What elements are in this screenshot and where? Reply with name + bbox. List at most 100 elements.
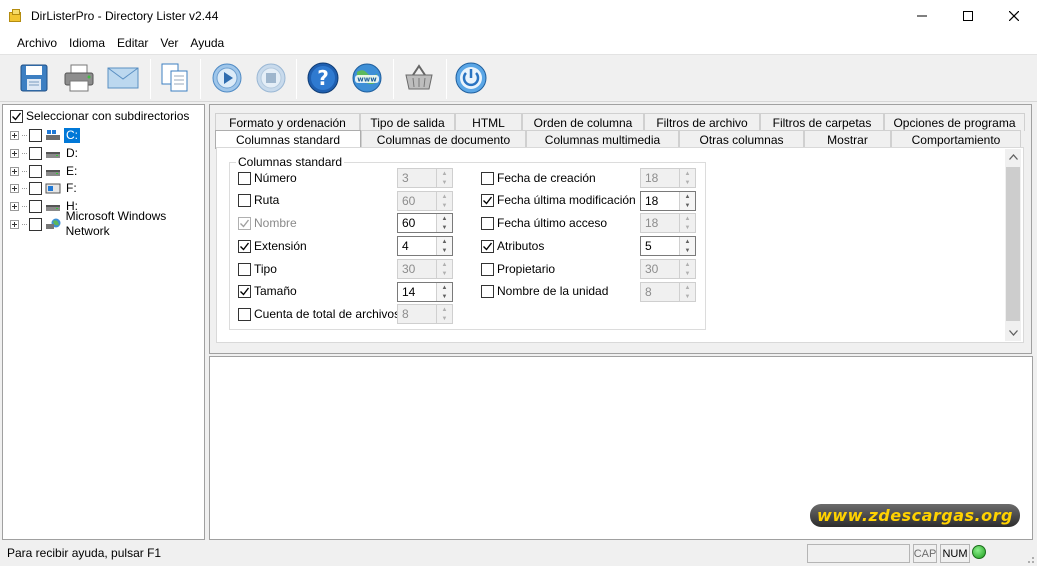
tab-formato[interactable]: Formato y ordenación	[215, 113, 360, 131]
spin-up-icon[interactable]: ▲	[437, 237, 452, 246]
field-cuenta-total[interactable]: Cuenta de total de archivos	[238, 304, 400, 324]
fecha-creacion-checkbox[interactable]	[481, 171, 494, 185]
expand-icon[interactable]	[10, 148, 19, 158]
tamano-spinbox[interactable]: 14 ▲ ▼	[397, 282, 453, 302]
scroll-up-icon[interactable]	[1005, 149, 1021, 165]
spin-down-icon[interactable]: ▼	[437, 201, 452, 210]
start-button[interactable]	[209, 60, 245, 96]
menu-ver[interactable]: Ver	[154, 36, 184, 50]
tree-checkbox[interactable]	[29, 146, 42, 160]
nombre-spinbox[interactable]: 60 ▲ ▼	[397, 213, 453, 233]
tipo-checkbox[interactable]	[238, 262, 251, 276]
tree-item-e[interactable]: E:	[10, 162, 79, 180]
spin-up-icon[interactable]: ▲	[680, 192, 695, 201]
fecha-modificacion-checkbox[interactable]	[481, 193, 494, 207]
ruta-spinbox[interactable]: 60 ▲ ▼	[397, 191, 453, 211]
spin-up-icon[interactable]: ▲	[437, 305, 452, 314]
expand-icon[interactable]	[10, 130, 19, 140]
fecha-modificacion-spinbox[interactable]: 18 ▲ ▼	[640, 191, 696, 211]
tab-opciones-programa[interactable]: Opciones de programa	[884, 113, 1025, 131]
propietario-checkbox[interactable]	[481, 262, 494, 276]
tamano-checkbox[interactable]	[238, 284, 251, 298]
fecha-acceso-checkbox[interactable]	[481, 216, 494, 230]
tab-otras-columnas[interactable]: Otras columnas	[679, 130, 804, 148]
ruta-checkbox[interactable]	[238, 193, 251, 207]
field-propietario[interactable]: Propietario	[481, 259, 555, 279]
nombre-unidad-checkbox[interactable]	[481, 284, 494, 298]
tree-checkbox[interactable]	[29, 199, 42, 213]
field-ruta[interactable]: Ruta	[238, 190, 279, 210]
close-button[interactable]	[991, 0, 1037, 32]
spin-down-icon[interactable]: ▼	[680, 292, 695, 301]
fecha-creacion-spinbox[interactable]: 18 ▲ ▼	[640, 168, 696, 188]
options-scrollbar[interactable]	[1005, 149, 1021, 341]
cuenta-total-checkbox[interactable]	[238, 307, 251, 321]
email-button[interactable]	[105, 60, 141, 96]
tab-comportamiento[interactable]: Comportamiento	[891, 130, 1021, 148]
spin-down-icon[interactable]: ▼	[680, 178, 695, 187]
tab-mostrar[interactable]: Mostrar	[804, 130, 891, 148]
nombre-unidad-spinbox[interactable]: 8 ▲ ▼	[640, 282, 696, 302]
tab-orden-columna[interactable]: Orden de columna	[522, 113, 644, 131]
spin-up-icon[interactable]: ▲	[680, 169, 695, 178]
spin-up-icon[interactable]: ▲	[437, 260, 452, 269]
spin-down-icon[interactable]: ▼	[437, 314, 452, 323]
tab-html[interactable]: HTML	[455, 113, 522, 131]
help-button[interactable]: ?	[305, 60, 341, 96]
field-fecha-acceso[interactable]: Fecha último acceso	[481, 213, 607, 233]
tab-columnas-documento[interactable]: Columnas de documento	[361, 130, 526, 148]
exit-button[interactable]	[453, 60, 489, 96]
spin-down-icon[interactable]: ▼	[680, 246, 695, 255]
spin-down-icon[interactable]: ▼	[437, 178, 452, 187]
atributos-spinbox[interactable]: 5 ▲ ▼	[640, 236, 696, 256]
field-atributos[interactable]: Atributos	[481, 236, 544, 256]
save-button[interactable]	[16, 60, 52, 96]
fecha-acceso-spinbox[interactable]: 18 ▲ ▼	[640, 213, 696, 233]
minimize-button[interactable]	[899, 0, 945, 32]
website-button[interactable]: www	[349, 60, 385, 96]
numero-checkbox[interactable]	[238, 171, 251, 185]
resize-grip-icon[interactable]	[1025, 554, 1035, 564]
numero-spinbox[interactable]: 3 ▲ ▼	[397, 168, 453, 188]
spin-down-icon[interactable]: ▼	[680, 269, 695, 278]
field-tamano[interactable]: Tamaño	[238, 281, 297, 301]
tree-checkbox[interactable]	[29, 164, 42, 178]
spin-up-icon[interactable]: ▲	[437, 169, 452, 178]
tree-item-c[interactable]: C:	[10, 126, 80, 144]
tree-item-d[interactable]: D:	[10, 144, 80, 162]
scroll-down-icon[interactable]	[1005, 325, 1021, 341]
menu-idioma[interactable]: Idioma	[63, 36, 111, 50]
buy-button[interactable]	[401, 60, 437, 96]
spin-up-icon[interactable]: ▲	[680, 283, 695, 292]
expand-icon[interactable]	[10, 219, 19, 229]
spin-up-icon[interactable]: ▲	[437, 214, 452, 223]
extension-checkbox[interactable]	[238, 239, 251, 253]
field-extension[interactable]: Extensión	[238, 236, 307, 256]
spin-up-icon[interactable]: ▲	[680, 214, 695, 223]
select-subdirs-row[interactable]: Seleccionar con subdirectorios	[10, 109, 189, 123]
tree-checkbox[interactable]	[28, 217, 42, 231]
tree-item-f[interactable]: F:	[10, 179, 79, 197]
tab-filtros-archivo[interactable]: Filtros de archivo	[644, 113, 760, 131]
extension-spinbox[interactable]: 4 ▲ ▼	[397, 236, 453, 256]
copy-button[interactable]	[157, 60, 193, 96]
field-nombre-unidad[interactable]: Nombre de la unidad	[481, 281, 608, 301]
tree-item-network[interactable]: Microsoft Windows Network	[10, 209, 204, 238]
spin-down-icon[interactable]: ▼	[437, 292, 452, 301]
spin-down-icon[interactable]: ▼	[680, 223, 695, 232]
field-tipo[interactable]: Tipo	[238, 259, 277, 279]
stop-button[interactable]	[253, 60, 289, 96]
spin-up-icon[interactable]: ▲	[437, 283, 452, 292]
menu-archivo[interactable]: Archivo	[11, 36, 63, 50]
spin-down-icon[interactable]: ▼	[437, 246, 452, 255]
scrollbar-thumb[interactable]	[1006, 167, 1020, 321]
tipo-spinbox[interactable]: 30 ▲ ▼	[397, 259, 453, 279]
tab-columnas-multimedia[interactable]: Columnas multimedia	[526, 130, 679, 148]
field-fecha-modificacion[interactable]: Fecha última modificación	[481, 190, 636, 210]
tab-tipo-salida[interactable]: Tipo de salida	[360, 113, 455, 131]
field-fecha-creacion[interactable]: Fecha de creación	[481, 168, 596, 188]
expand-icon[interactable]	[10, 183, 19, 193]
tree-checkbox[interactable]	[29, 181, 42, 195]
propietario-spinbox[interactable]: 30 ▲ ▼	[640, 259, 696, 279]
cuenta-total-spinbox[interactable]: 8 ▲ ▼	[397, 304, 453, 324]
